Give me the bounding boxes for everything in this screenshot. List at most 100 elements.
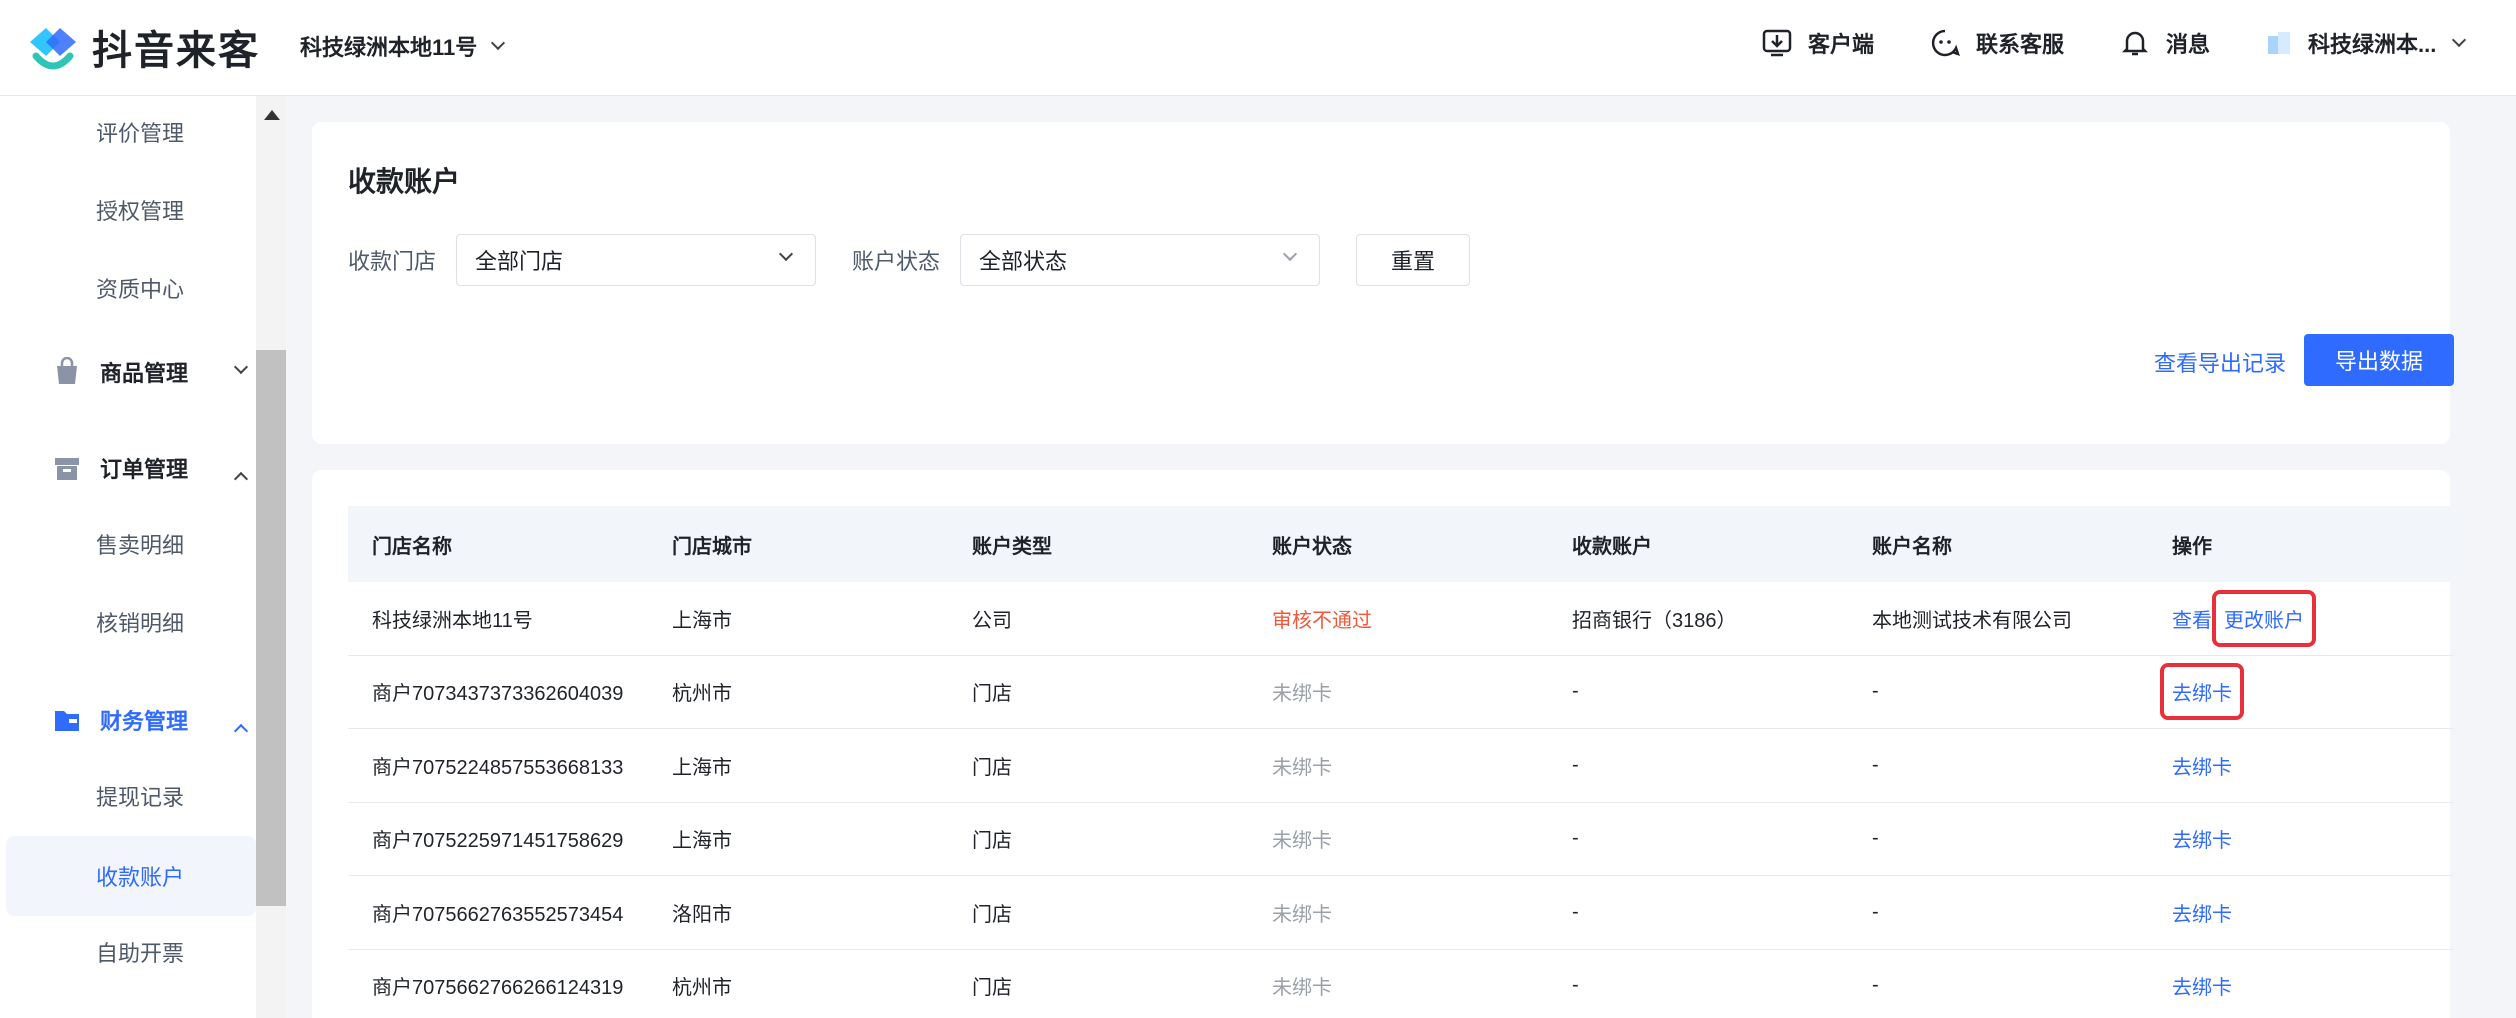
sidebar-item-label: 自助开票	[96, 941, 185, 966]
client-label: 客户端	[1808, 32, 1875, 57]
chevron-down-icon	[2452, 32, 2467, 48]
bind-card-link[interactable]: 去绑卡	[2172, 898, 2232, 927]
sidebar-group-products[interactable]: 商品管理	[0, 336, 256, 408]
sidebar-item-withdrawal-records[interactable]: 提现记录	[0, 760, 256, 832]
avatar	[2268, 32, 2291, 54]
client-download-button[interactable]: 客户端	[1760, 26, 1874, 60]
city-cell: 上海市	[672, 609, 732, 632]
chevron-down-icon	[233, 359, 249, 375]
user-name: 科技绿洲本...	[2308, 32, 2437, 57]
actions-cell: 去绑卡	[2148, 971, 2454, 1000]
view-link[interactable]: 查看	[2172, 604, 2212, 633]
customer-service-button[interactable]: 联系客服	[1928, 26, 2064, 60]
actions-cell: 去绑卡	[2148, 663, 2454, 721]
customer-service-icon	[1928, 26, 1962, 60]
account-type-cell: 门店	[972, 977, 1012, 1000]
shopping-bag-icon	[57, 357, 77, 384]
payment-account-cell: -	[1572, 753, 1579, 776]
export-log-link[interactable]: 查看导出记录	[2154, 346, 2286, 378]
city-cell: 上海市	[672, 756, 732, 779]
messages-label: 消息	[2166, 32, 2211, 57]
accounts-table: 门店名称 门店城市 账户类型 账户状态 收款账户 账户名称 操作 科技绿洲本地1…	[348, 506, 2454, 1018]
box-icon	[55, 458, 79, 480]
sidebar-item-label: 财务管理	[100, 709, 189, 734]
user-menu[interactable]: 科技绿洲本...	[2264, 27, 2467, 59]
store-name-cell: 商户7073437373362604039	[372, 683, 624, 706]
sidebar-item-redemption-detail[interactable]: 核销明细	[0, 586, 256, 658]
export-data-button[interactable]: 导出数据	[2304, 334, 2454, 386]
actions-cell: 去绑卡	[2148, 824, 2454, 853]
store-filter-value: 全部门店	[475, 249, 564, 274]
column-header: 账户状态	[1272, 535, 1352, 558]
table-row: 商户7075662766266124319 杭州市 门店 未绑卡 - - 去绑卡	[348, 950, 2454, 1018]
column-header: 账户类型	[972, 535, 1052, 558]
account-name-cell: 本地测试技术有限公司	[1872, 609, 2072, 632]
sidebar-item-label: 提现记录	[96, 785, 185, 810]
sidebar-scrollbar[interactable]	[256, 96, 286, 1018]
bind-card-link[interactable]: 去绑卡	[2172, 971, 2232, 1000]
account-status-cell: 未绑卡	[1272, 903, 1332, 926]
city-cell: 杭州市	[672, 683, 732, 706]
table-row: 商户7075662763552573454 洛阳市 门店 未绑卡 - - 去绑卡	[348, 876, 2454, 950]
sidebar-item-label: 商品管理	[100, 361, 189, 386]
bind-card-link[interactable]: 去绑卡	[2160, 663, 2244, 721]
store-name-cell: 商户7075662763552573454	[372, 903, 624, 926]
store-name-cell: 商户7075224857553668133	[372, 756, 624, 779]
column-header: 门店名称	[372, 535, 452, 558]
table-row: 科技绿洲本地11号 上海市 公司 审核不通过 招商银行（3186） 本地测试技术…	[348, 582, 2454, 656]
sidebar-item-payment-accounts[interactable]: 收款账户	[6, 836, 256, 916]
store-filter-label: 收款门店	[348, 249, 437, 274]
sidebar-item-authorization[interactable]: 授权管理	[0, 174, 256, 246]
column-header: 门店城市	[672, 535, 752, 558]
account-name-cell: -	[1872, 974, 1879, 997]
payment-account-cell: -	[1572, 680, 1579, 703]
account-name-cell: -	[1872, 680, 1879, 703]
chevron-down-icon	[1282, 246, 1298, 262]
messages-button[interactable]: 消息	[2118, 26, 2210, 60]
bind-card-link[interactable]: 去绑卡	[2172, 824, 2232, 853]
sidebar-item-qualification[interactable]: 资质中心	[0, 252, 256, 324]
account-status-cell: 审核不通过	[1272, 609, 1372, 632]
download-icon	[1760, 26, 1794, 60]
sidebar-item-self-invoicing[interactable]: 自助开票	[0, 916, 256, 988]
column-header: 收款账户	[1572, 535, 1652, 558]
account-type-cell: 门店	[972, 903, 1012, 926]
brand-logo[interactable]: 抖音来客	[24, 18, 260, 76]
chevron-up-icon	[233, 723, 249, 739]
sidebar-item-reviews[interactable]: 评价管理	[0, 96, 256, 168]
chevron-up-icon	[233, 471, 249, 487]
scroll-up-arrow-icon[interactable]	[264, 110, 280, 120]
top-bar: 抖音来客 科技绿洲本地11号 客户端 联系客服 消息 科技绿洲本...	[0, 0, 2516, 96]
status-filter-select[interactable]: 全部状态	[960, 234, 1320, 286]
account-status-cell: 未绑卡	[1272, 683, 1332, 706]
payment-account-cell: -	[1572, 974, 1579, 997]
brand-name: 抖音来客	[92, 29, 260, 73]
chevron-down-icon	[778, 246, 794, 262]
sidebar-group-finance[interactable]: 财务管理	[0, 684, 256, 756]
top-actions: 客户端 联系客服 消息 科技绿洲本...	[1760, 26, 2467, 60]
actions-cell: 查看 更改账户	[2148, 589, 2454, 647]
status-filter-label: 账户状态	[852, 249, 941, 274]
store-name-cell: 商户7075225971451758629	[372, 830, 624, 853]
change-account-link[interactable]: 更改账户	[2212, 589, 2316, 647]
sidebar-group-orders[interactable]: 订单管理	[0, 432, 256, 504]
table-row: 商户7075224857553668133 上海市 门店 未绑卡 - - 去绑卡	[348, 729, 2454, 803]
store-name-cell: 科技绿洲本地11号	[372, 609, 533, 632]
bell-icon	[2118, 26, 2152, 60]
bind-card-link[interactable]: 去绑卡	[2172, 751, 2232, 780]
table-row: 商户7073437373362604039 杭州市 门店 未绑卡 - - 去绑卡	[348, 656, 2454, 729]
sidebar-item-sales-detail[interactable]: 售卖明细	[0, 508, 256, 580]
store-switcher[interactable]: 科技绿洲本地11号	[300, 30, 506, 62]
sidebar-item-label: 售卖明细	[96, 533, 185, 558]
sidebar-item-label: 资质中心	[96, 277, 185, 302]
sidebar-item-label: 核销明细	[96, 611, 185, 636]
table-row: 商户7075225971451758629 上海市 门店 未绑卡 - - 去绑卡	[348, 803, 2454, 876]
account-type-cell: 门店	[972, 756, 1012, 779]
table-header: 门店名称 门店城市 账户类型 账户状态 收款账户 账户名称 操作	[348, 506, 2454, 582]
sidebar-item-label: 评价管理	[96, 121, 185, 146]
store-filter-select[interactable]: 全部门店	[456, 234, 816, 286]
city-cell: 上海市	[672, 830, 732, 853]
scroll-thumb[interactable]	[256, 350, 286, 906]
payment-account-cell: -	[1572, 827, 1579, 850]
reset-button[interactable]: 重置	[1356, 234, 1470, 286]
